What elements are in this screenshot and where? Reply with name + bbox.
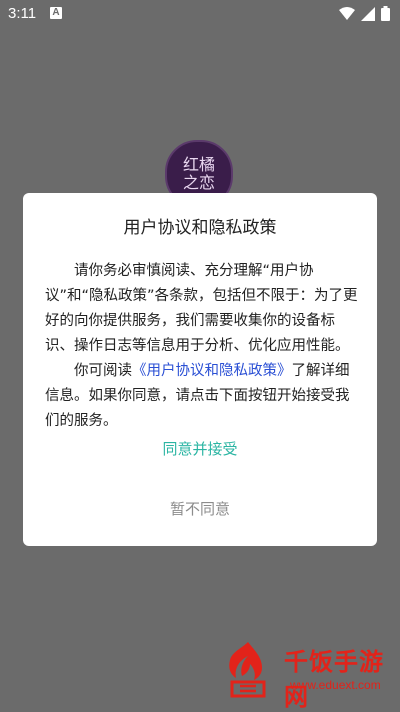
notification-icon: A: [50, 7, 62, 19]
status-bar: 3:11 A: [0, 0, 400, 28]
watermark-url: www.eduext.com: [290, 678, 381, 692]
app-logo-line2: 之恋: [182, 173, 215, 192]
site-watermark: 千饭手游网 www.eduext.com: [222, 630, 397, 711]
dialog-paragraph-2: 你可阅读《用户协议和隐私政策》了解详细信息。如果你同意，请点击下面按钮开始接受我…: [45, 359, 361, 434]
privacy-dialog: 用户协议和隐私政策 请你务必审慎阅读、充分理解“用户协议”和“隐私政策”各条款，…: [23, 193, 377, 546]
wifi-icon: [339, 6, 355, 20]
para2-prefix: 你可阅读: [74, 363, 132, 379]
battery-icon: [381, 6, 390, 21]
status-icons: [339, 6, 390, 21]
signal-icon: [361, 6, 375, 21]
privacy-policy-link[interactable]: 《用户协议和隐私政策》: [132, 363, 292, 379]
dialog-body: 请你务必审慎阅读、充分理解“用户协议”和“隐私政策”各条款，包括但不限于：为了更…: [45, 259, 361, 434]
watermark-text: 千饭手游网: [284, 648, 384, 711]
disagree-button[interactable]: 暂不同意: [23, 498, 377, 519]
dialog-paragraph-1: 请你务必审慎阅读、充分理解“用户协议”和“隐私政策”各条款，包括但不限于：为了更…: [45, 263, 358, 354]
status-time: 3:11: [8, 5, 37, 22]
agree-button[interactable]: 同意并接受: [23, 438, 377, 459]
watermark-logo-icon: [229, 642, 266, 698]
app-logo-line1: 红橘: [182, 155, 215, 174]
dialog-title: 用户协议和隐私政策: [123, 218, 277, 238]
